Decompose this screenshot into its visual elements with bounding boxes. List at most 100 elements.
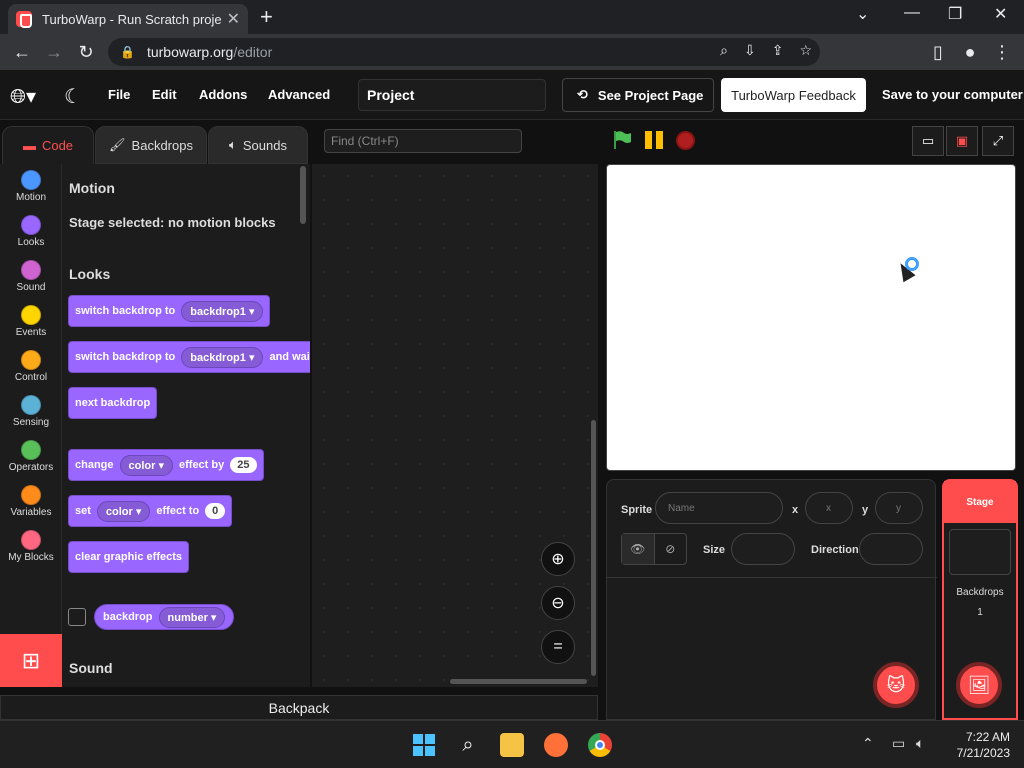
- show-eye-icon[interactable]: 👁︎: [622, 534, 655, 564]
- effect-to-input[interactable]: 0: [205, 503, 226, 519]
- bookmark-star-icon[interactable]: ☆: [799, 42, 812, 59]
- windows-start-icon[interactable]: [412, 733, 436, 757]
- see-project-page-button[interactable]: ⟲ See Project Page: [562, 78, 714, 112]
- menu-addons[interactable]: Addons: [199, 87, 247, 102]
- stage-header: Stage: [944, 481, 1016, 523]
- flyout-scrollbar[interactable]: [300, 166, 306, 224]
- flyout-motion-heading: Motion: [69, 180, 115, 196]
- block-change-effect[interactable]: change color effect by 25: [68, 449, 264, 481]
- workspace-horizontal-scrollbar[interactable]: [450, 679, 587, 684]
- volume-icon[interactable]: 🔈︎: [916, 735, 924, 752]
- file-explorer-icon[interactable]: [500, 733, 524, 757]
- backpack-bar[interactable]: Backpack: [0, 695, 598, 720]
- backdrop-dropdown[interactable]: backdrop1: [181, 346, 264, 368]
- category-motion[interactable]: Motion: [0, 170, 62, 203]
- menu-file[interactable]: File: [108, 87, 130, 102]
- effect-dropdown[interactable]: color: [119, 454, 173, 476]
- window-close-icon[interactable]: ✕: [994, 4, 1007, 24]
- block-switch-backdrop[interactable]: switch backdrop to backdrop1: [68, 295, 271, 327]
- lock-icon[interactable]: 🔒: [120, 45, 135, 59]
- restore-icon[interactable]: ❐: [948, 4, 962, 24]
- block-text: backdrop: [103, 611, 153, 623]
- category-variables[interactable]: Variables: [0, 485, 62, 518]
- sprite-x-input[interactable]: x: [805, 492, 853, 524]
- block-backdrop-reporter[interactable]: backdrop number: [94, 604, 235, 630]
- sprite-direction-input[interactable]: [859, 533, 923, 565]
- tab-search-icon[interactable]: ⌄: [856, 4, 869, 24]
- project-title-input[interactable]: Project: [358, 79, 546, 111]
- share-icon[interactable]: ⇪: [772, 42, 784, 59]
- category-control[interactable]: Control: [0, 350, 62, 383]
- search-icon[interactable]: ⌕: [456, 733, 480, 757]
- block-clear-graphic-effects[interactable]: clear graphic effects: [68, 541, 189, 573]
- add-backdrop-button[interactable]: 🖼︎: [956, 662, 1002, 708]
- effect-by-input[interactable]: 25: [230, 457, 257, 473]
- stop-button[interactable]: [676, 131, 695, 150]
- category-label: Events: [15, 327, 47, 338]
- category-operators[interactable]: Operators: [0, 440, 62, 473]
- pause-button[interactable]: [645, 131, 665, 149]
- stage-canvas[interactable]: [606, 164, 1016, 471]
- tab-close-icon[interactable]: ✕: [227, 9, 240, 29]
- backdrops-label: Backdrops: [956, 587, 1004, 598]
- menu-edit[interactable]: Edit: [152, 87, 177, 102]
- chrome-icon[interactable]: [588, 733, 612, 757]
- theme-moon-icon[interactable]: ☾: [64, 84, 82, 109]
- reload-icon[interactable]: ↻: [74, 40, 98, 64]
- tab-backdrops[interactable]: 🖌︎ Backdrops: [95, 126, 207, 164]
- sprite-size-input[interactable]: [731, 533, 795, 565]
- zoom-in-icon[interactable]: ⊕: [541, 542, 575, 576]
- browser-menu-icon[interactable]: ⋮: [990, 40, 1014, 64]
- back-icon[interactable]: ←: [10, 40, 34, 64]
- profile-icon[interactable]: ●: [958, 40, 982, 64]
- firefox-icon[interactable]: [544, 733, 568, 757]
- workspace-vertical-scrollbar[interactable]: [591, 420, 596, 676]
- browser-toolbar: ← → ↻ 🔒 turbowarp.org/editor ⌕ ⇩ ⇪ ☆ ▯ ●…: [0, 34, 1024, 70]
- category-my-blocks[interactable]: My Blocks: [0, 530, 62, 563]
- minimize-icon[interactable]: —: [904, 4, 920, 22]
- small-stage-button[interactable]: ▭: [912, 126, 944, 156]
- browser-tab[interactable]: TurboWarp - Run Scratch projects ✕: [8, 4, 248, 34]
- backdrop-dropdown[interactable]: backdrop1: [181, 300, 264, 322]
- tab-sounds[interactable]: 🔈︎ Sounds: [208, 126, 308, 164]
- category-sensing[interactable]: Sensing: [0, 395, 62, 428]
- side-panel-icon[interactable]: ▯: [926, 40, 950, 64]
- category-looks[interactable]: Looks: [0, 215, 62, 248]
- x-label: x: [792, 504, 799, 516]
- forward-icon[interactable]: →: [42, 40, 66, 64]
- fullscreen-button[interactable]: ⤢: [982, 126, 1014, 156]
- block-set-effect[interactable]: set color effect to 0: [68, 495, 233, 527]
- block-next-backdrop[interactable]: next backdrop: [68, 387, 158, 419]
- address-bar[interactable]: 🔒 turbowarp.org/editor ⌕ ⇩ ⇪ ☆: [108, 38, 820, 66]
- hide-eye-icon[interactable]: ⊘: [655, 534, 687, 564]
- large-stage-button[interactable]: ▣: [946, 126, 978, 156]
- zoom-out-icon[interactable]: ⊖: [541, 586, 575, 620]
- taskbar-clock[interactable]: 7:22 AM 7/21/2023: [940, 729, 1010, 761]
- add-sprite-button[interactable]: 🐱︎: [873, 662, 919, 708]
- tab-title: TurboWarp - Run Scratch projects: [42, 11, 222, 27]
- green-flag-icon[interactable]: [612, 130, 632, 150]
- backdrop-property-dropdown[interactable]: number: [158, 606, 226, 628]
- feedback-button[interactable]: TurboWarp Feedback: [721, 78, 866, 112]
- zoom-reset-icon[interactable]: =: [541, 630, 575, 664]
- category-sound[interactable]: Sound: [0, 260, 62, 293]
- category-events[interactable]: Events: [0, 305, 62, 338]
- block-switch-backdrop-and-wait[interactable]: switch backdrop to backdrop1 and wait: [68, 341, 310, 373]
- find-input[interactable]: Find (Ctrl+F): [324, 129, 522, 153]
- install-app-icon[interactable]: ⇩: [744, 42, 756, 59]
- new-tab-icon[interactable]: +: [260, 4, 273, 30]
- paintbrush-icon: 🖌︎: [109, 137, 126, 152]
- add-extension-button[interactable]: ⊞: [0, 634, 62, 687]
- tray-chevron-icon[interactable]: ⌃: [862, 735, 874, 752]
- language-globe-icon[interactable]: 🌐︎▾: [10, 84, 36, 109]
- effect-dropdown[interactable]: color: [96, 500, 151, 522]
- sprite-y-input[interactable]: y: [875, 492, 923, 524]
- tab-code[interactable]: ▬ Code: [2, 126, 94, 164]
- save-to-computer-button[interactable]: Save to your computer: [882, 87, 1023, 102]
- network-icon[interactable]: ▭: [892, 735, 905, 752]
- menu-advanced[interactable]: Advanced: [268, 87, 330, 102]
- zoom-search-icon[interactable]: ⌕: [720, 42, 728, 59]
- block-text: set: [75, 505, 91, 517]
- sprite-name-input[interactable]: Name: [655, 492, 783, 524]
- backdrop-monitor-checkbox[interactable]: [68, 608, 86, 626]
